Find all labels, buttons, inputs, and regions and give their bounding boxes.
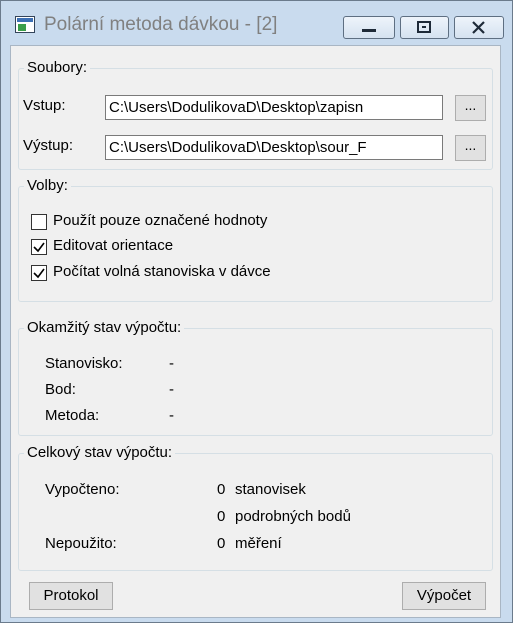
close-button[interactable] [454,16,504,39]
computed-label: Vypočteno: [45,481,120,498]
close-icon [472,21,485,34]
output-path-field[interactable]: C:\Users\DodulikovaD\Desktop\sour_F [105,135,443,160]
option-label-free-stations[interactable]: Počítat volná stanoviska v dávce [53,263,271,280]
input-label: Vstup: [23,97,66,114]
computed-points-unit: podrobných bodů [235,508,351,525]
current-status-group: Okamžitý stav výpočtu: Stanovisko: - Bod… [18,319,493,436]
dialog-client-area: Soubory: Vstup: C:\Users\DodulikovaD\Des… [10,45,501,618]
unused-label: Nepoužito: [45,535,117,552]
app-icon [15,16,35,33]
output-browse-button[interactable]: ... [455,135,486,161]
minimize-icon [362,29,376,32]
window-title: Polární metoda dávkou - [2] [44,14,278,35]
checkbox-free-stations[interactable] [31,265,47,281]
input-path-field[interactable]: C:\Users\DodulikovaD\Desktop\zapisn [105,95,443,120]
title-bar[interactable]: Polární metoda dávkou - [2] [2,2,511,40]
current-method-value: - [169,407,174,424]
maximize-button[interactable] [400,16,449,39]
files-group: Soubory: Vstup: C:\Users\DodulikovaD\Des… [18,59,493,170]
current-station-label: Stanovisko: [45,355,123,372]
protocol-button[interactable]: Protokol [29,582,113,610]
overall-status-group: Celkový stav výpočtu: Vypočteno: 0 stano… [18,444,493,571]
current-point-value: - [169,381,174,398]
unused-unit: měření [235,535,282,552]
option-label-edit-orientation[interactable]: Editovat orientace [53,237,173,254]
checkbox-edit-orientation[interactable] [31,239,47,255]
computed-points-count: 0 [217,508,226,525]
dialog-window: Polární metoda dávkou - [2] Soubory: Vst… [0,0,513,623]
compute-button[interactable]: Výpočet [402,582,486,610]
current-station-value: - [169,355,174,372]
options-group: Volby: Použít pouze označené hodnoty Edi… [18,177,493,302]
output-label: Výstup: [23,137,74,154]
options-legend: Volby: [24,177,71,194]
current-method-label: Metoda: [45,407,100,424]
maximize-icon [417,21,431,33]
current-point-label: Bod: [45,381,76,398]
computed-stations-count: 0 [217,481,226,498]
checkbox-selected-only[interactable] [31,214,47,230]
option-label-selected-only[interactable]: Použít pouze označené hodnoty [53,212,267,229]
minimize-button[interactable] [343,16,395,39]
overall-status-legend: Celkový stav výpočtu: [24,444,176,461]
files-legend: Soubory: [24,59,91,76]
current-status-legend: Okamžitý stav výpočtu: [24,319,185,336]
checkmark-icon [33,268,45,279]
checkmark-icon [33,242,45,253]
input-browse-button[interactable]: ... [455,95,486,121]
computed-stations-unit: stanovisek [235,481,306,498]
unused-count: 0 [217,535,226,552]
